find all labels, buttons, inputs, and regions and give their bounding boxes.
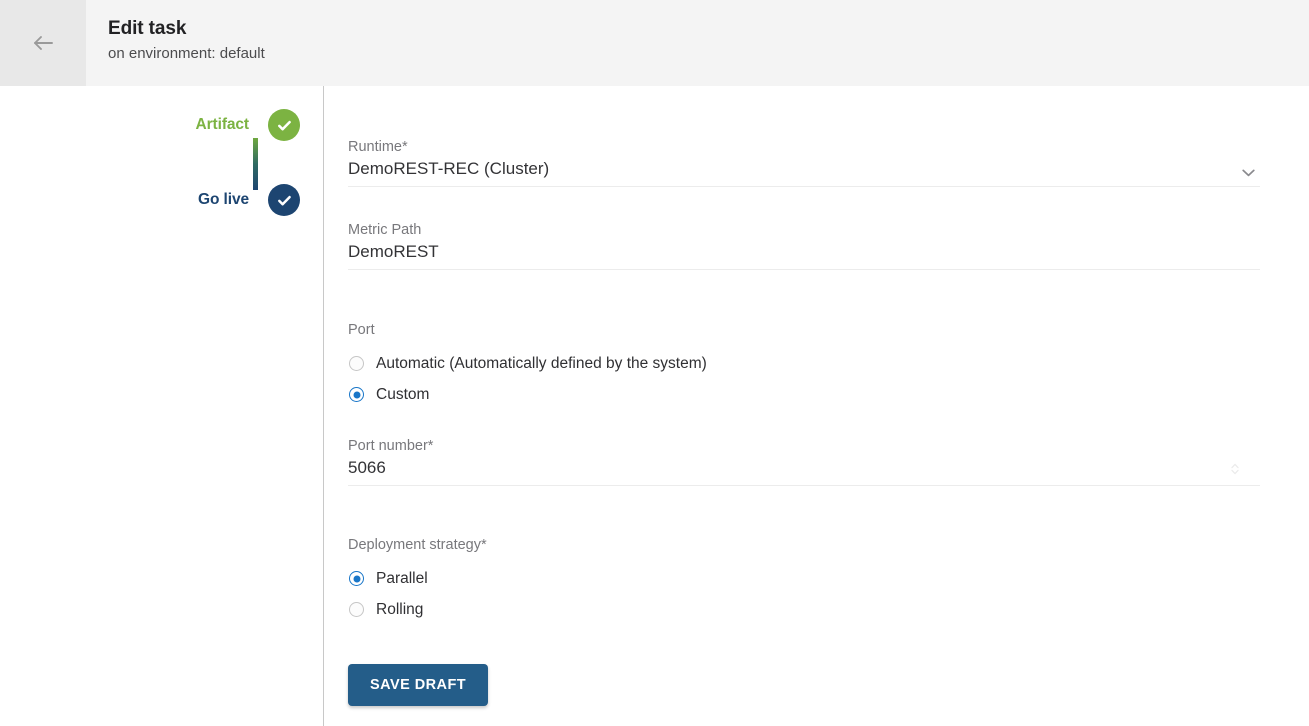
metric-path-field-group: Metric Path DemoREST [348,221,1260,270]
page-title: Edit task [108,18,187,39]
page-subtitle: on environment: default [108,45,265,62]
vertical-divider [323,86,324,726]
port-option-automatic-label: Automatic (Automatically defined by the … [376,354,707,372]
deployment-strategy-option-parallel-label: Parallel [376,569,428,587]
radio-icon[interactable] [349,602,364,617]
arrow-left-icon [30,30,56,56]
radio-selected-icon[interactable] [349,387,364,402]
stepper-step-artifact[interactable]: Artifact [0,109,300,141]
form-actions: SAVE DRAFT [348,664,1260,706]
port-option-custom[interactable]: Custom [348,379,1260,410]
page-header: Edit task on environment: default [0,0,1309,86]
port-option-automatic[interactable]: Automatic (Automatically defined by the … [348,348,1260,379]
task-edit-form: Runtime* DemoREST-REC (Cluster) Metric P… [348,86,1260,726]
deployment-strategy-label: Deployment strategy* [348,537,487,553]
deployment-strategy-option-rolling-label: Rolling [376,600,424,618]
chevron-down-icon[interactable] [1242,169,1260,186]
save-draft-button[interactable]: SAVE DRAFT [348,664,489,706]
runtime-field-group: Runtime* DemoREST-REC (Cluster) [348,138,1260,187]
stepper-step-artifact-status [268,109,300,141]
port-number-underline [348,485,1260,486]
deployment-strategy-field-group: Deployment strategy* Parallel Rolling [348,536,1260,625]
port-field-group: Port Automatic (Automatically defined by… [348,321,1260,410]
port-number-input[interactable]: 5066 [348,456,1260,485]
deployment-strategy-option-parallel[interactable]: Parallel [348,563,1260,594]
port-number-label: Port number* [348,438,434,454]
radio-selected-icon[interactable] [349,571,364,586]
radio-icon[interactable] [349,356,364,371]
port-label: Port [348,322,375,338]
metric-path-input[interactable]: DemoREST [348,240,1260,269]
runtime-select[interactable]: DemoREST-REC (Cluster) [348,157,1260,186]
stepper-step-artifact-label: Artifact [195,116,250,133]
number-spinner-icon[interactable] [1228,461,1242,477]
page-body: Artifact Go live Runtime* DemoREST-REC (… [0,86,1309,726]
stepper-step-go-live-label: Go live [198,191,249,208]
stepper-step-go-live[interactable]: Go live [0,184,300,216]
stepper-step-go-live-status [268,184,300,216]
port-option-custom-label: Custom [376,385,430,403]
edit-task-page: Edit task on environment: default Artifa… [0,0,1309,726]
runtime-label: Runtime* [348,139,408,155]
runtime-selected-value: DemoREST-REC (Cluster) [348,159,550,178]
port-number-field-group: Port number* 5066 [348,437,1260,486]
metric-path-label: Metric Path [348,222,422,238]
check-icon [276,192,293,209]
runtime-underline [348,186,1260,187]
back-button[interactable] [0,0,86,86]
header-text-block: Edit task on environment: default [108,17,265,65]
deployment-strategy-option-rolling[interactable]: Rolling [348,594,1260,625]
task-stepper: Artifact Go live [0,86,323,726]
stepper-connector-line [253,138,258,190]
check-icon [276,117,293,134]
metric-path-underline [348,269,1260,270]
